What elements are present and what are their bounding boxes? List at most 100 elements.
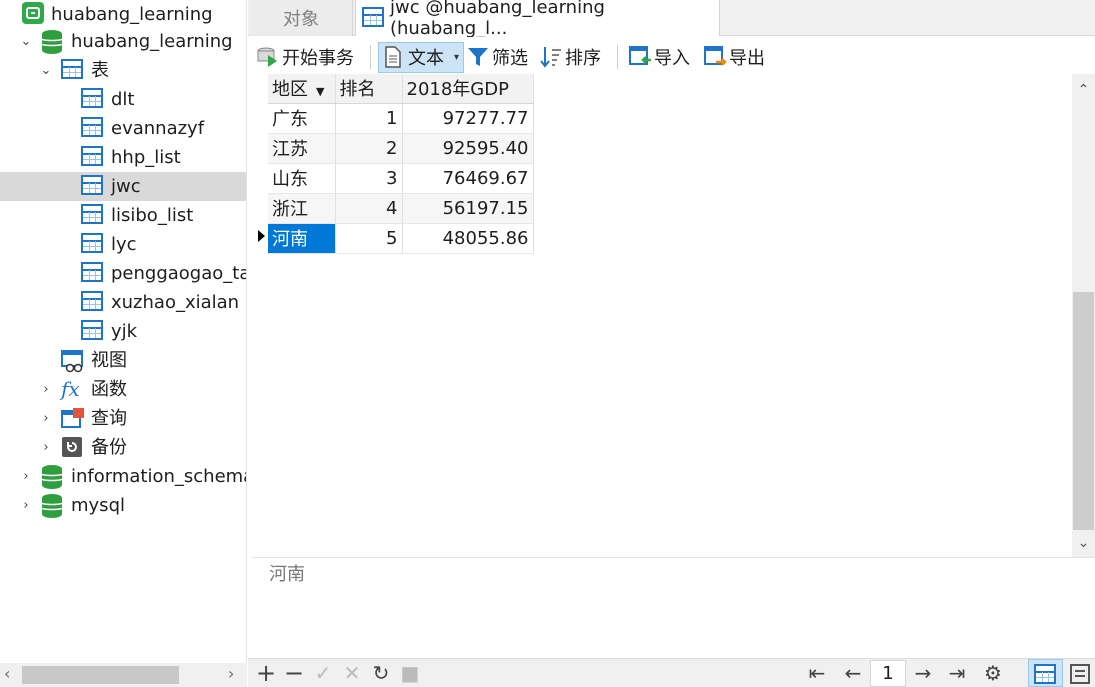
discard-changes-icon[interactable]: ✕	[342, 660, 362, 686]
tree-queries-group[interactable]: › 查询	[0, 404, 246, 433]
sort-icon	[540, 46, 562, 68]
form-view-icon[interactable]	[1070, 664, 1090, 684]
cell-region[interactable]: 浙江	[268, 193, 336, 224]
column-header-region[interactable]: 地区 ▼	[268, 74, 336, 104]
table-icon	[81, 175, 103, 197]
stop-icon[interactable]: ■	[400, 660, 420, 686]
filter-button[interactable]: 筛选	[467, 43, 528, 71]
tree-connection[interactable]: huabang_learning	[0, 0, 246, 29]
cell-detail-panel[interactable]: 河南	[252, 557, 1095, 658]
table-row[interactable]: 江苏 2 92595.40	[268, 133, 534, 164]
grid-view-icon	[1034, 664, 1056, 684]
functions-label: 函数	[91, 379, 127, 400]
cell-gdp[interactable]: 97277.77	[402, 103, 534, 134]
table-row[interactable]: 山东 3 76469.67	[268, 163, 534, 194]
cell-region[interactable]: 广东	[268, 103, 336, 134]
tree-backups-group[interactable]: › 备份	[0, 433, 246, 462]
export-button[interactable]: 导出	[704, 43, 765, 71]
chevron-right-icon[interactable]: ›	[39, 433, 53, 462]
database-icon	[41, 464, 63, 489]
column-header-gdp[interactable]: 2018年GDP	[402, 74, 534, 104]
sort-dropdown-icon[interactable]: ▼	[316, 85, 324, 98]
document-icon	[383, 46, 405, 68]
table-row[interactable]: 浙江 4 56197.15	[268, 193, 534, 224]
export-icon	[704, 46, 727, 68]
sidebar-table-lyc[interactable]: lyc	[0, 230, 246, 259]
grid-scroll-thumb[interactable]	[1073, 292, 1094, 530]
data-grid: 地区 ▼ 排名 2018年GDP 广东 1 97277.77 江苏 2 92595.40 山东…	[268, 74, 534, 254]
chevron-down-icon[interactable]: ⌄	[39, 56, 53, 85]
sidebar-table-lisibo_list[interactable]: lisibo_list	[0, 201, 246, 230]
dropdown-arrow-icon[interactable]: ▾	[454, 52, 459, 63]
tree-functions-group[interactable]: › fx 函数	[0, 375, 246, 404]
tree-tables-group[interactable]: ⌄ 表	[0, 56, 246, 85]
cell-gdp[interactable]: 92595.40	[402, 133, 534, 164]
cell-rank[interactable]: 4	[335, 193, 403, 224]
scroll-down-icon[interactable]: ⌄	[1072, 533, 1095, 553]
previous-page-icon[interactable]: ←	[841, 660, 865, 686]
table-icon	[81, 233, 103, 255]
chevron-right-icon[interactable]: ›	[39, 404, 53, 433]
toolbar-label: 开始事务	[282, 48, 354, 69]
add-record-icon[interactable]: +	[256, 659, 276, 687]
cell-rank[interactable]: 1	[335, 103, 403, 134]
scroll-right-icon[interactable]: ›	[228, 664, 234, 683]
tree-database-mysql[interactable]: › mysql	[0, 491, 246, 520]
begin-transaction-button[interactable]: 开始事务	[257, 43, 354, 71]
sidebar-table-xuzhao_xialan[interactable]: xuzhao_xialan	[0, 288, 246, 317]
chevron-down-icon[interactable]: ⌄	[19, 27, 33, 56]
views-label: 视图	[91, 350, 127, 371]
scroll-up-icon[interactable]: ⌃	[1072, 80, 1095, 100]
first-page-icon[interactable]: ⇤	[805, 660, 829, 686]
tab-table-jwc[interactable]: jwc @huabang_learning (huabang_l...	[355, 0, 720, 39]
cell-region[interactable]: 河南	[268, 223, 336, 254]
database-label: information_schema	[71, 466, 247, 487]
table-label: yjk	[111, 321, 138, 342]
table-row[interactable]: 广东 1 97277.77	[268, 103, 534, 134]
last-page-icon[interactable]: ⇥	[945, 660, 969, 686]
next-page-icon[interactable]: →	[911, 660, 935, 686]
database-label: huabang_learning	[71, 31, 233, 52]
chevron-right-icon[interactable]: ›	[39, 375, 53, 404]
sidebar-table-jwc[interactable]: jwc	[0, 172, 246, 201]
chevron-right-icon[interactable]: ›	[19, 491, 33, 520]
cell-region[interactable]: 山东	[268, 163, 336, 194]
toolbar-label: 文本	[408, 48, 444, 69]
table-label: jwc	[111, 176, 141, 197]
tree-views-group[interactable]: 视图	[0, 346, 246, 375]
column-header-rank[interactable]: 排名	[335, 74, 403, 104]
scroll-left-icon[interactable]: ‹	[4, 664, 10, 683]
sidebar-scroll-thumb[interactable]	[22, 666, 179, 684]
chevron-right-icon[interactable]: ›	[19, 462, 33, 491]
cell-region[interactable]: 江苏	[268, 133, 336, 164]
queries-label: 查询	[91, 408, 127, 429]
column-header-label: 2018年GDP	[406, 79, 509, 101]
cell-rank[interactable]: 3	[335, 163, 403, 194]
gear-icon[interactable]: ⚙	[981, 660, 1005, 686]
cell-gdp[interactable]: 56197.15	[402, 193, 534, 224]
tree-database-information-schema[interactable]: › information_schema	[0, 462, 247, 491]
refresh-icon[interactable]: ↻	[371, 660, 391, 686]
sidebar-table-penggaogao_ta[interactable]: penggaogao_ta	[0, 259, 246, 288]
cell-rank[interactable]: 5	[335, 223, 403, 254]
cell-gdp[interactable]: 76469.67	[402, 163, 534, 194]
sidebar-table-hhp_list[interactable]: hhp_list	[0, 143, 246, 172]
cell-gdp[interactable]: 48055.86	[402, 223, 534, 254]
cell-rank[interactable]: 2	[335, 133, 403, 164]
tree-database[interactable]: ⌄ huabang_learning	[0, 27, 246, 56]
import-button[interactable]: 导入	[629, 43, 690, 71]
import-icon	[629, 46, 651, 68]
sidebar-table-yjk[interactable]: yjk	[0, 317, 246, 346]
column-header-label: 地区	[272, 79, 308, 101]
apply-changes-icon[interactable]: ✓	[313, 660, 333, 686]
sidebar-table-dlt[interactable]: dlt	[0, 85, 246, 114]
page-number: 1	[882, 663, 894, 684]
sidebar-table-evannazyf[interactable]: evannazyf	[0, 114, 246, 143]
current-row-indicator-icon	[258, 230, 265, 242]
table-row[interactable]: 河南 5 48055.86	[268, 223, 534, 254]
page-number-input[interactable]: 1	[870, 660, 906, 687]
delete-record-icon[interactable]: −	[284, 659, 304, 687]
tables-label: 表	[91, 60, 109, 81]
sort-button[interactable]: 排序	[540, 43, 601, 71]
tab-objects[interactable]: 对象	[250, 0, 353, 36]
